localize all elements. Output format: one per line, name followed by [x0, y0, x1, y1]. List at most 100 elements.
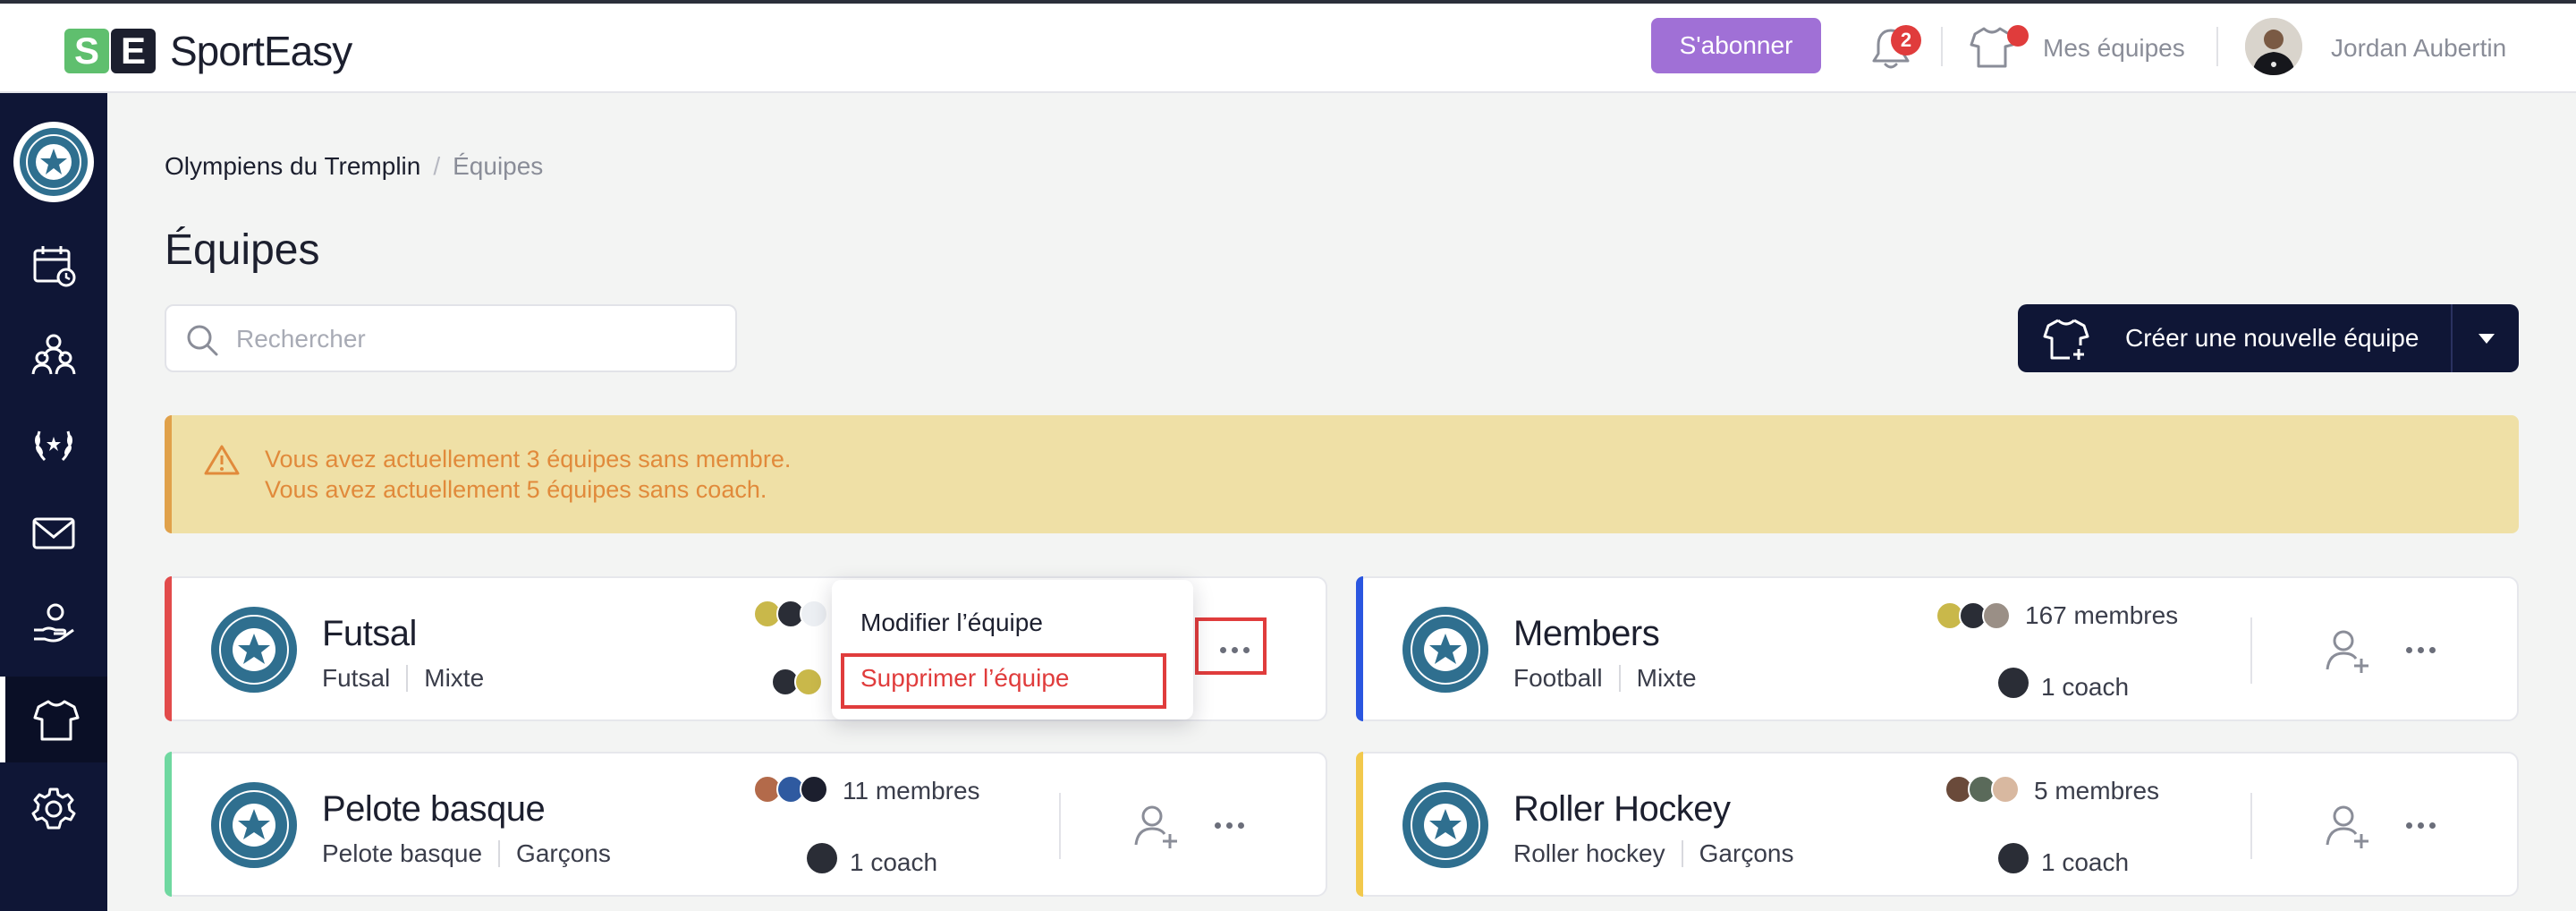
- members-count: 167 membres: [2025, 601, 2179, 629]
- create-team-button[interactable]: Créer une nouvelle équipe: [2018, 304, 2519, 372]
- warning-alert: Vous avez actuellement 3 équipes sans me…: [165, 415, 2519, 533]
- team-logo: [211, 782, 297, 868]
- add-user-icon[interactable]: [2324, 626, 2372, 675]
- sidebar: [0, 93, 107, 911]
- search-box: [165, 304, 737, 372]
- members-icon: [31, 334, 76, 375]
- club-logo[interactable]: [13, 122, 94, 202]
- coach-count: 1 coach: [2041, 673, 2130, 701]
- warning-icon: [204, 445, 240, 475]
- sidebar-item-members[interactable]: [0, 311, 107, 397]
- coach-avatar: [807, 843, 837, 873]
- sidebar-item-teams[interactable]: [0, 677, 107, 762]
- member-avatars: [753, 775, 828, 804]
- team-sport: Roller hockey: [1513, 839, 1665, 867]
- team-meta: Pelote basque Garçons: [322, 839, 611, 868]
- brand-mark: SE: [64, 29, 156, 73]
- member-avatars: [1945, 775, 2020, 804]
- members-count: 5 membres: [2034, 777, 2160, 805]
- team-gender: Mixte: [424, 664, 485, 692]
- team-logo: [1402, 782, 1488, 868]
- avatar: [794, 668, 823, 696]
- alert-no-coach: Vous avez actuellement 5 équipes sans co…: [265, 476, 767, 503]
- avatar: [800, 775, 828, 804]
- calendar-icon: [33, 246, 76, 287]
- team-card-roller-hockey[interactable]: Roller Hockey Roller hockey Garçons 5 mem…: [1356, 752, 2519, 897]
- sidebar-item-settings[interactable]: [0, 766, 107, 852]
- chevron-down-icon[interactable]: [2476, 328, 2497, 349]
- team-logo: [1402, 607, 1488, 693]
- sidebar-item-competitions[interactable]: [0, 401, 107, 487]
- header-divider: [2216, 27, 2218, 66]
- team-card-members[interactable]: Members Football Mixte 167 membres 1 coac…: [1356, 576, 2519, 721]
- more-options-highlight: [1195, 617, 1267, 675]
- user-name[interactable]: Jordan Aubertin: [2331, 34, 2506, 63]
- my-teams-link[interactable]: Mes équipes: [2043, 34, 2185, 63]
- breadcrumb: Olympiens du Tremplin / Équipes: [165, 152, 543, 181]
- more-options-button[interactable]: [1204, 807, 1254, 843]
- breadcrumb-separator: /: [433, 152, 441, 180]
- card-accent: [1356, 576, 1363, 721]
- team-meta: Futsal Mixte: [322, 664, 484, 693]
- button-divider: [2451, 304, 2453, 372]
- search-icon: [187, 325, 218, 356]
- search-input[interactable]: [236, 319, 719, 360]
- gear-icon: [31, 788, 76, 830]
- alert-no-members: Vous avez actuellement 3 équipes sans me…: [265, 446, 792, 473]
- user-avatar[interactable]: [2245, 18, 2302, 75]
- sidebar-item-payments[interactable]: [0, 580, 107, 666]
- hand-coin-icon: [34, 603, 74, 643]
- team-gender: Garçons: [516, 839, 611, 867]
- member-avatars: [1936, 601, 2011, 630]
- team-gender: Mixte: [1636, 664, 1697, 692]
- avatar: [800, 600, 828, 628]
- breadcrumb-current: Équipes: [453, 152, 544, 180]
- team-meta: Roller hockey Garçons: [1513, 839, 1793, 868]
- page-title: Équipes: [165, 226, 320, 274]
- card-divider: [2250, 617, 2252, 684]
- card-accent: [165, 576, 172, 721]
- team-name[interactable]: Pelote basque: [322, 789, 546, 830]
- coach-avatar: [1998, 668, 2029, 698]
- coach-avatars: [771, 668, 823, 696]
- member-avatars: [753, 600, 828, 628]
- coach-count: 1 coach: [2041, 848, 2130, 876]
- team-card-pelote-basque[interactable]: Pelote basque Pelote basque Garçons 11 me…: [165, 752, 1327, 897]
- card-divider: [1059, 793, 1061, 859]
- team-meta: Football Mixte: [1513, 664, 1697, 693]
- my-teams-dot: [2007, 25, 2029, 47]
- team-logo: [211, 607, 297, 693]
- subscribe-button[interactable]: S'abonner: [1651, 18, 1821, 73]
- team-sport: Futsal: [322, 664, 391, 692]
- brand-name: SportEasy: [170, 28, 352, 74]
- app-logo[interactable]: SE SportEasy: [64, 27, 352, 75]
- card-accent: [1356, 752, 1363, 897]
- more-options-button[interactable]: [2395, 807, 2445, 843]
- team-name[interactable]: Roller Hockey: [1513, 789, 1731, 830]
- laurel-icon: [35, 430, 72, 462]
- breadcrumb-root[interactable]: Olympiens du Tremplin: [165, 152, 420, 180]
- team-name[interactable]: Members: [1513, 614, 1660, 654]
- add-user-icon[interactable]: [2324, 802, 2372, 850]
- coach-count: 1 coach: [850, 848, 938, 876]
- team-gender: Garçons: [1699, 839, 1794, 867]
- top-bar: SE SportEasy: [0, 0, 2576, 93]
- card-accent: [165, 752, 172, 897]
- coach-avatar: [1998, 843, 2029, 873]
- shirt-plus-icon: [2043, 319, 2089, 360]
- members-count: 11 membres: [843, 777, 980, 805]
- create-team-label: Créer une nouvelle équipe: [2125, 324, 2419, 352]
- header-divider: [1941, 27, 1943, 66]
- sidebar-item-calendar[interactable]: [0, 222, 107, 308]
- edit-team-option[interactable]: Modifier l’équipe: [860, 609, 1043, 637]
- mail-icon: [32, 517, 75, 549]
- sidebar-item-messages[interactable]: [0, 490, 107, 576]
- more-options-button[interactable]: [2395, 632, 2445, 668]
- shirt-icon: [33, 700, 80, 741]
- team-sport: Football: [1513, 664, 1603, 692]
- avatar: [1982, 601, 2011, 630]
- add-user-icon[interactable]: [1132, 802, 1181, 850]
- team-name[interactable]: Futsal: [322, 614, 417, 654]
- delete-team-option[interactable]: Supprimer l’équipe: [860, 664, 1069, 693]
- notification-badge: 2: [1891, 25, 1921, 55]
